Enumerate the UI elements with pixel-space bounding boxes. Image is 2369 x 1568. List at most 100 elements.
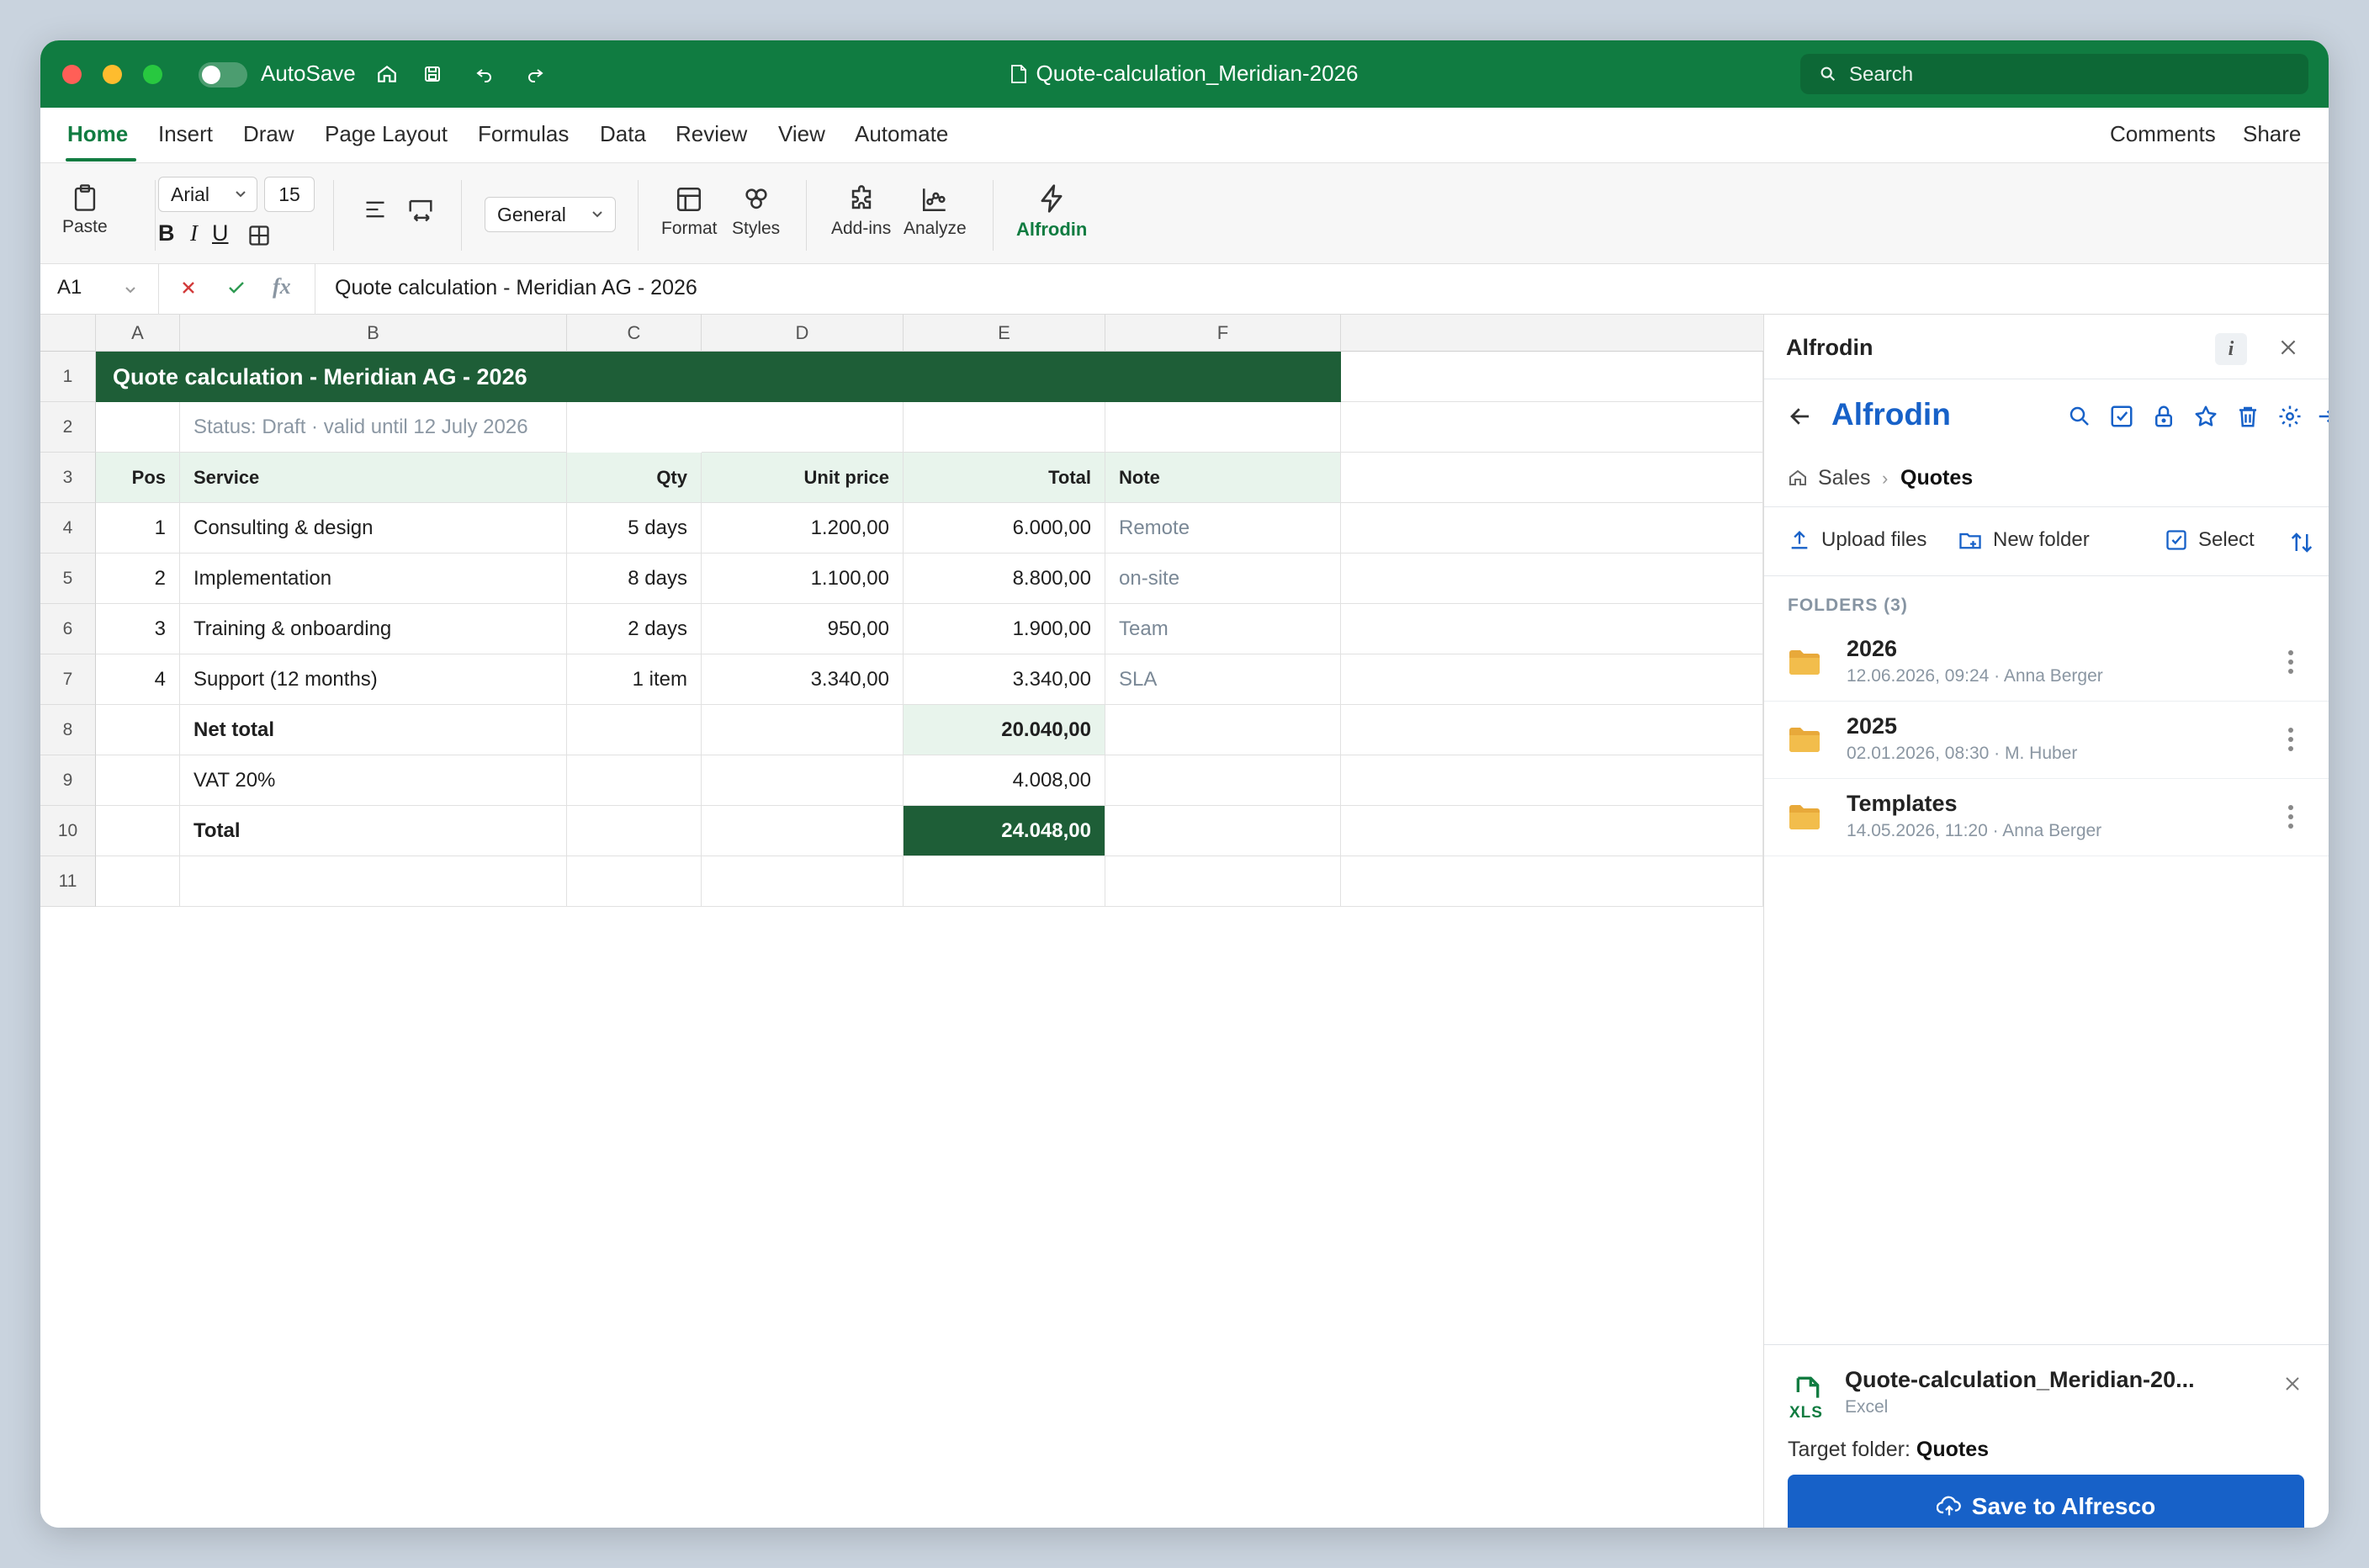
bold-button[interactable]: B [158, 220, 175, 246]
search-box[interactable]: Search [1800, 54, 2308, 94]
row-header[interactable]: 1 [40, 352, 96, 402]
column-header-d[interactable]: D [702, 315, 904, 352]
row-header[interactable]: 7 [40, 654, 96, 705]
cell[interactable] [1341, 554, 1763, 604]
tab-review[interactable]: Review [676, 121, 747, 147]
more-vertical-icon[interactable] [2286, 803, 2296, 831]
close-icon[interactable] [2282, 1374, 2303, 1398]
tab-formulas[interactable]: Formulas [478, 121, 569, 147]
new-folder-button[interactable]: New folder [1958, 528, 2090, 552]
back-arrow-icon[interactable] [1788, 404, 1813, 433]
vat-value[interactable]: 4.008,00 [904, 755, 1105, 806]
cell[interactable] [1341, 453, 1763, 503]
info-icon[interactable]: i [2215, 333, 2247, 365]
cell[interactable] [96, 806, 180, 856]
upload-files-button[interactable]: Upload files [1788, 528, 1926, 552]
number-format-select[interactable]: General [485, 197, 616, 232]
checkbox-edit-icon[interactable] [2109, 404, 2134, 429]
addins-button[interactable]: Add-ins [831, 185, 891, 239]
cell[interactable] [180, 856, 567, 907]
cell[interactable] [1105, 705, 1341, 755]
cell[interactable] [702, 402, 904, 453]
pos-cell[interactable]: 3 [96, 604, 180, 654]
cell[interactable] [904, 402, 1105, 453]
more-vertical-icon[interactable] [2286, 725, 2296, 754]
cell[interactable] [1341, 806, 1763, 856]
cancel-icon[interactable] [178, 278, 199, 302]
row-header[interactable]: 3 [40, 453, 96, 503]
underline-button[interactable]: U [212, 220, 229, 246]
gear-icon[interactable] [2277, 404, 2303, 429]
note-cell[interactable]: SLA [1105, 654, 1341, 705]
more-vertical-icon[interactable] [2286, 648, 2296, 676]
cell[interactable] [96, 705, 180, 755]
grand-total-label[interactable]: Total [180, 806, 567, 856]
cell[interactable] [702, 755, 904, 806]
tab-view[interactable]: View [778, 121, 825, 147]
home-icon[interactable] [1788, 468, 1808, 492]
cell[interactable] [1105, 755, 1341, 806]
header-cell-total[interactable]: Total [904, 453, 1105, 503]
unit-price-cell[interactable]: 950,00 [702, 604, 904, 654]
row-header[interactable]: 9 [40, 755, 96, 806]
cell[interactable] [1105, 806, 1341, 856]
confirm-icon[interactable] [225, 278, 247, 302]
column-header-a[interactable]: A [96, 315, 180, 352]
qty-cell[interactable]: 1 item [567, 654, 702, 705]
font-name-select[interactable]: Arial [158, 177, 257, 212]
total-cell[interactable]: 6.000,00 [904, 503, 1105, 554]
header-cell-service[interactable]: Service [180, 453, 567, 503]
row-header[interactable]: 11 [40, 856, 96, 907]
folder-row-2025[interactable]: 2025 02.01.2026, 08:30 · M. Huber [1764, 702, 2329, 779]
net-total-value[interactable]: 20.040,00 [904, 705, 1105, 755]
italic-button[interactable]: I [190, 220, 198, 246]
row-header[interactable]: 10 [40, 806, 96, 856]
cell[interactable] [1105, 856, 1341, 907]
row-header[interactable]: 8 [40, 705, 96, 755]
cell[interactable] [1341, 856, 1763, 907]
folder-row-2026[interactable]: 2026 12.06.2026, 09:24 · Anna Berger [1764, 624, 2329, 702]
share-button[interactable]: Share [2243, 121, 2301, 147]
cell[interactable] [1341, 755, 1763, 806]
trash-icon[interactable] [2235, 404, 2260, 429]
column-header-e[interactable]: E [904, 315, 1105, 352]
tab-insert[interactable]: Insert [158, 121, 213, 147]
font-size-input[interactable]: 15 [264, 177, 315, 212]
cell[interactable] [702, 806, 904, 856]
column-header-b[interactable]: B [180, 315, 567, 352]
row-header[interactable]: 5 [40, 554, 96, 604]
row-header[interactable]: 6 [40, 604, 96, 654]
cell[interactable] [96, 856, 180, 907]
grand-total-value[interactable]: 24.048,00 [904, 806, 1105, 856]
alfrodin-ribbon-button[interactable]: Alfrodin [1016, 183, 1087, 241]
tab-draw[interactable]: Draw [243, 121, 294, 147]
lock-icon[interactable] [2151, 404, 2176, 429]
header-cell-pos[interactable]: Pos [96, 453, 180, 503]
qty-cell[interactable]: 8 days [567, 554, 702, 604]
chevron-down-icon[interactable] [125, 286, 136, 294]
cell[interactable] [1341, 654, 1763, 705]
tab-data[interactable]: Data [600, 121, 646, 147]
star-icon[interactable] [2193, 404, 2218, 429]
close-icon[interactable] [2277, 336, 2299, 363]
cell[interactable] [96, 755, 180, 806]
cell[interactable] [1341, 402, 1763, 453]
pos-cell[interactable]: 1 [96, 503, 180, 554]
sort-icon[interactable] [2289, 530, 2314, 559]
unit-price-cell[interactable]: 3.340,00 [702, 654, 904, 705]
cell[interactable] [567, 806, 702, 856]
save-to-alfresco-button[interactable]: Save to Alfresco [1788, 1475, 2304, 1528]
note-cell[interactable]: Remote [1105, 503, 1341, 554]
service-cell[interactable]: Support (12 months) [180, 654, 567, 705]
total-cell[interactable]: 8.800,00 [904, 554, 1105, 604]
align-left-icon[interactable] [363, 199, 387, 225]
search-icon[interactable] [2067, 404, 2092, 429]
column-header-c[interactable]: C [567, 315, 702, 352]
cell[interactable] [1341, 604, 1763, 654]
tab-home[interactable]: Home [67, 121, 128, 147]
note-cell[interactable]: on-site [1105, 554, 1341, 604]
cell[interactable] [904, 856, 1105, 907]
tab-page-layout[interactable]: Page Layout [325, 121, 448, 147]
cell[interactable] [1341, 503, 1763, 554]
tab-automate[interactable]: Automate [855, 121, 948, 147]
